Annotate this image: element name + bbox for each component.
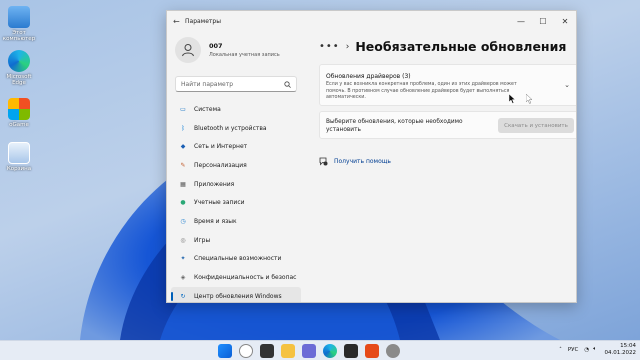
taskbar-apps [218,344,407,358]
sidebar-item-label: Система [194,105,221,113]
install-updates-text: Выберите обновления, которые необходимо … [326,119,463,133]
sidebar-item-7[interactable]: ◷ Время и язык [171,212,301,231]
sidebar-item-label: Центр обновления Windows [194,292,282,300]
profile-name: 007 [209,42,223,50]
computer-icon [8,6,30,28]
search-icon[interactable] [239,344,253,358]
main-content: ••• › Необязательные обновления Обновлен… [305,31,576,302]
profile-subtitle: Локальная учетная запись [209,52,280,58]
driver-updates-title: Обновления драйверов (3) [326,73,411,80]
apps-icon: ▦ [180,180,186,188]
maximize-button[interactable]: ☐ [532,11,554,31]
clock[interactable]: 15:04 04.01.2022 [605,343,637,356]
chevron-up-icon[interactable]: ˄ [559,347,562,353]
sidebar-item-1[interactable]: ▭ Система [171,100,301,119]
account-icon: ● [180,199,186,207]
clock-date: 04.01.2022 [604,349,637,356]
minimize-button[interactable]: — [510,11,532,31]
edge-icon[interactable] [323,344,337,358]
monitor-icon: ▭ [180,105,186,113]
sidebar-item-9[interactable]: ✦ Специальные возможности [171,250,301,269]
sidebar-item-label: Конфиденциальность и безопас [194,274,297,282]
avatar [175,37,201,63]
task-view-icon[interactable] [260,344,274,358]
user-profile[interactable]: 007 Локальная учетная запись [175,37,280,63]
settings-window: ← Параметры — ☐ ✕ 007 Локальная учетная … [166,10,577,303]
shield-icon: ◈ [180,274,186,282]
wifi-icon[interactable]: ◔ [584,347,589,353]
help-icon [319,157,328,166]
store-icon[interactable] [344,344,358,358]
install-updates-card: Выберите обновления, которые необходимо … [319,111,576,139]
sidebar-item-5[interactable]: ▦ Приложения [171,175,301,194]
accessibility-icon: ✦ [180,255,186,263]
download-install-button[interactable]: Скачать и установить [498,118,574,133]
sidebar-item-11[interactable]: ↻ Центр обновления Windows [171,286,301,302]
title-bar: ← Параметры — ☐ ✕ [167,11,576,31]
ogame-icon [8,98,30,120]
sidebar-item-label: Время и язык [194,217,237,225]
language-indicator[interactable]: РУС [568,347,579,353]
sidebar-item-label: Приложения [194,180,235,188]
desktop-icon-this-pc[interactable]: Этот компьютер [2,6,36,42]
brush-icon: ✎ [180,161,186,169]
sidebar-item-label: Игры [194,236,211,244]
gamepad-icon: ◎ [180,236,186,244]
windows-start-icon[interactable] [218,344,232,358]
bluetooth-icon: ᛒ [181,124,185,132]
sidebar-item-8[interactable]: ◎ Игры [171,231,301,250]
system-tray: ˄ РУС ◔ 🔈︎ 15:04 04.01.2022 [559,343,636,356]
search-input[interactable]: Найти параметр [175,76,297,92]
update-icon: ↻ [180,292,186,300]
file-explorer-icon[interactable] [281,344,295,358]
window-title: Параметры [185,17,221,25]
person-icon [182,44,194,57]
sidebar-item-label: Персонализация [194,161,247,169]
sidebar-item-label: Сеть и Интернет [194,143,248,151]
page-title: Необязательные обновления [355,39,567,54]
breadcrumb-ellipsis[interactable]: ••• [319,41,340,52]
sidebar-item-6[interactable]: ● Учетные записи [171,193,301,212]
driver-updates-card[interactable]: Обновления драйверов (3) Если у вас возн… [319,64,576,106]
chevron-right-icon: › [345,41,350,52]
edge-icon [8,50,30,72]
sidebar-item-label: Bluetooth и устройства [194,124,267,132]
settings-icon[interactable] [386,344,400,358]
desktop-icon-ogame[interactable]: oGame [2,98,36,128]
sidebar-item-label: Специальные возможности [194,255,282,263]
sidebar-item-3[interactable]: ◆ Сеть и Интернет [171,137,301,156]
mouse-cursor-icon [509,94,516,104]
sidebar: 007 Локальная учетная запись Найти парам… [167,31,305,302]
sidebar-item-10[interactable]: ◈ Конфиденциальность и безопас [171,268,301,287]
get-help-label: Получить помощь [334,158,391,165]
driver-updates-description: Если у вас возникла конкретная проблема,… [326,82,517,100]
back-arrow-icon[interactable]: ← [173,17,185,26]
sidebar-item-4[interactable]: ✎ Персонализация [171,156,301,175]
sidebar-item-label: Учетные записи [194,199,245,207]
sidebar-item-2[interactable]: ᛒ Bluetooth и устройства [171,119,301,138]
settings-nav: ▭ Система ᛒ Bluetooth и устройства ◆ Сеть и И… [171,100,301,302]
search-placeholder: Найти параметр [181,80,233,88]
mouse-cursor-ghost-icon [526,94,533,104]
breadcrumb: ••• › Необязательные обновления [319,39,566,54]
office-icon[interactable] [365,344,379,358]
globe-clock-icon: ◷ [180,217,186,225]
get-help-link[interactable]: Получить помощь [319,157,391,166]
desktop-icon-edge[interactable]: Microsoft Edge [2,50,36,86]
recycle-bin-icon [8,142,30,164]
search-icon [284,80,291,88]
wifi-icon: ◆ [180,143,186,151]
taskbar: ˄ РУС ◔ 🔈︎ 15:04 04.01.2022 [0,340,640,360]
chevron-down-icon[interactable]: ⌄ [564,81,570,89]
close-button[interactable]: ✕ [554,11,576,31]
desktop-icon-recycle-bin[interactable]: Корзина [2,142,36,172]
volume-icon[interactable]: 🔈︎ [593,346,596,353]
chat-icon[interactable] [302,344,316,358]
